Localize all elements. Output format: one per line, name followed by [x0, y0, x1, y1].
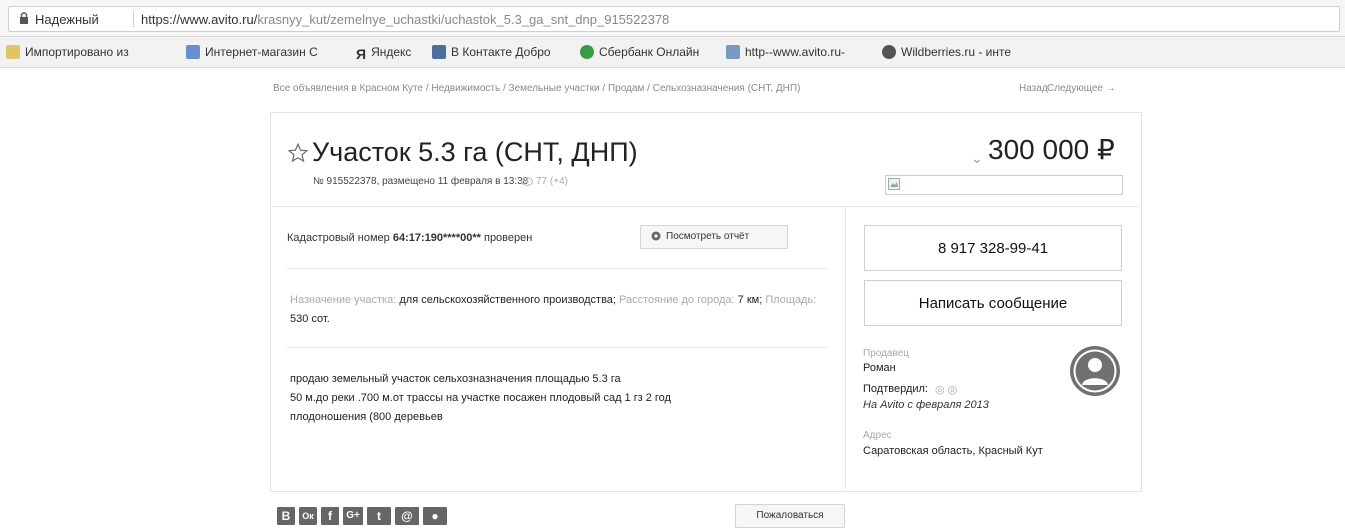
avito-icon — [726, 45, 740, 59]
browser-address-bar: Надежный https://www.avito.ru/krasnyy_ku… — [0, 0, 1345, 37]
show-phone-button[interactable]: 8 917 328-99-41 — [864, 225, 1122, 271]
nav-back-link[interactable]: Назад — [1019, 83, 1048, 94]
bookmark-avito[interactable]: http--www.avito.ru- — [726, 45, 845, 59]
mail-share-icon[interactable]: @ — [395, 507, 419, 525]
folder-icon — [6, 45, 20, 59]
listing-title: Участок 5.3 га (СНТ, ДНП) — [312, 137, 638, 167]
vk-share-icon[interactable]: B — [277, 507, 295, 525]
bookmark-imported[interactable]: Импортировано из — [6, 45, 129, 59]
listing-meta: № 915522378, размещено 11 февраля в 13:3… — [313, 176, 529, 187]
wildberries-icon — [882, 45, 896, 59]
cadastral-number-line: Кадастровый номер 64:17:190****00** пров… — [287, 232, 532, 244]
purpose-label: Назначение участка: — [290, 294, 397, 306]
bookmark-label: http--www.avito.ru- — [745, 45, 846, 59]
address-value: Саратовская область, Красный Кут — [863, 445, 1043, 457]
address-box[interactable]: Надежный https://www.avito.ru/krasnyy_ku… — [8, 6, 1340, 32]
bookmarks-bar: Импортировано из Интернет-магазин С Я Янд… — [0, 37, 1345, 68]
avatar[interactable] — [1069, 345, 1121, 397]
listing-price: 300 000 ₽ — [988, 134, 1115, 165]
cadastral-status: проверен — [483, 232, 533, 244]
area-label: Площадь: — [765, 294, 817, 306]
view-report-button[interactable]: Посмотреть отчёт — [640, 225, 788, 249]
report-icon — [651, 231, 661, 241]
url-path: krasnyy_kut/zemelnye_uchastki/uchastok_5… — [257, 12, 670, 27]
bookmark-label: Интернет-магазин С — [205, 45, 318, 59]
yandex-icon: Я — [356, 46, 367, 62]
section-divider — [287, 268, 827, 269]
description-line: плодоношения (800 деревьев — [290, 411, 443, 423]
header-divider — [272, 206, 1138, 207]
sberbank-icon — [580, 45, 594, 59]
seller-label: Продавец — [863, 348, 909, 359]
bookmark-label: Импортировано из — [25, 45, 129, 59]
distance-value: 7 км; — [737, 294, 763, 306]
url-host: https://www.avito.ru/ — [141, 12, 258, 27]
phone-number: 8 917 328-99-41 — [937, 240, 1049, 257]
write-message-label: Написать сообщение — [918, 295, 1068, 312]
nav-next-link[interactable]: Следующее → — [1047, 83, 1116, 94]
views-count: 77 (+4) — [536, 176, 568, 187]
facebook-share-icon[interactable]: f — [321, 507, 339, 525]
seller-since: На Avito с февраля 2013 — [863, 399, 989, 411]
shop-icon — [186, 45, 200, 59]
complain-label: Пожаловаться — [756, 510, 824, 521]
view-report-label: Посмотреть отчёт — [666, 231, 750, 242]
complain-button[interactable]: Пожаловаться — [735, 504, 845, 528]
vk-icon — [432, 45, 446, 59]
eye-icon — [521, 177, 533, 186]
bookmark-label: В Контакте Добро — [451, 45, 551, 59]
description-line: продаю земельный участок сельхозназначен… — [290, 373, 621, 385]
secure-label: Надежный — [35, 12, 99, 27]
cadastral-number: 64:17:190****00** — [392, 232, 481, 244]
bookmark-label: Яндекс — [371, 45, 412, 59]
url-text[interactable]: https://www.avito.ru/krasnyy_kut/zemelny… — [141, 12, 669, 27]
breadcrumb[interactable]: Все объявления в Красном Куте / Недвижим… — [273, 83, 800, 94]
bookmark-wildberries[interactable]: Wildberries.ru - инте — [882, 45, 1011, 59]
star-icon[interactable] — [287, 142, 309, 164]
bookmark-yandex[interactable]: Я Яндекс — [356, 45, 412, 62]
lock-icon — [20, 12, 28, 24]
odnoklassniki-share-icon[interactable]: Ок — [299, 507, 317, 525]
distance-label: Расстояние до города: — [619, 294, 735, 306]
description-line: 50 м.до реки .700 м.от трассы на участке… — [290, 392, 671, 404]
google-plus-share-icon[interactable]: G+ — [343, 507, 363, 525]
confirmation-icons: ◎ ◎ — [935, 384, 958, 396]
livejournal-share-icon[interactable]: ● — [423, 507, 447, 525]
twitter-share-icon[interactable]: t — [367, 507, 391, 525]
bookmark-label: Wildberries.ru - инте — [901, 45, 1012, 59]
write-message-button[interactable]: Написать сообщение — [864, 280, 1122, 326]
bookmark-label: Сбербанк Онлайн — [599, 45, 700, 59]
purpose-value: для сельскохозяйственного производства; — [399, 294, 616, 306]
area-value: 530 сот. — [290, 313, 330, 325]
cadastral-prefix: Кадастровый номер — [287, 232, 390, 244]
listing-params: Назначение участка: для сельскохозяйстве… — [290, 291, 830, 329]
price-image-placeholder — [885, 175, 1123, 195]
bookmark-sberbank[interactable]: Сбербанк Онлайн — [580, 45, 699, 59]
seller-name[interactable]: Роман — [863, 362, 896, 374]
bookmark-vk[interactable]: В Контакте Добро — [432, 45, 551, 59]
column-divider — [845, 207, 846, 489]
broken-image-icon — [888, 178, 900, 190]
bookmark-shop[interactable]: Интернет-магазин С — [186, 45, 318, 59]
seller-confirmed-label: Подтвердил: — [863, 383, 928, 395]
section-divider — [287, 347, 827, 348]
address-separator — [133, 11, 134, 27]
address-label: Адрес — [863, 430, 892, 441]
listing-description: продаю земельный участок сельхозназначен… — [290, 370, 820, 427]
price-chevron-icon[interactable]: ⌄ — [971, 150, 983, 167]
